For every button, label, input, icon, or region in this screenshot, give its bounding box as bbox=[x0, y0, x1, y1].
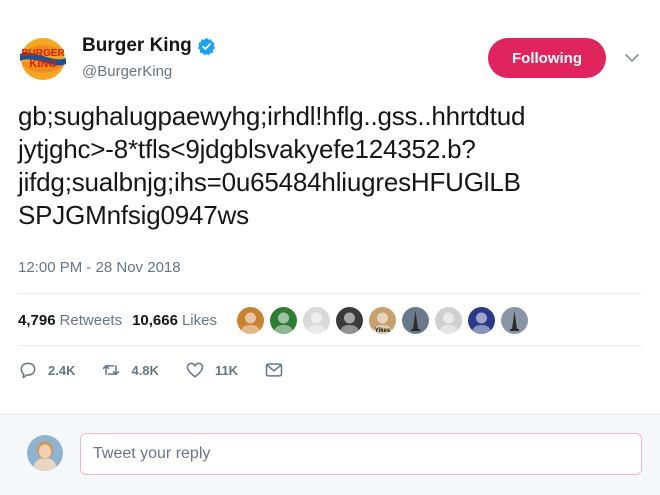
envelope-icon bbox=[265, 363, 283, 377]
chevron-down-icon[interactable] bbox=[624, 52, 640, 64]
liker-avatar[interactable] bbox=[468, 306, 495, 334]
divider bbox=[18, 293, 642, 294]
retweet-icon bbox=[103, 365, 120, 375]
liker-avatar[interactable] bbox=[402, 306, 429, 334]
reply-bar bbox=[0, 414, 660, 495]
divider bbox=[18, 345, 642, 346]
like-count: 11K bbox=[214, 362, 239, 378]
liker-avatar[interactable] bbox=[501, 306, 528, 334]
author-name-block: Burger King @BurgerKing bbox=[82, 35, 216, 80]
liker-avatar[interactable] bbox=[270, 306, 297, 334]
retweet-button[interactable]: 4.8K bbox=[101, 360, 159, 380]
reply-button[interactable]: 2.4K bbox=[18, 360, 75, 380]
tweet-actions: 2.4K 4.8K 11K bbox=[18, 360, 310, 380]
following-button[interactable]: Following bbox=[488, 38, 606, 78]
like-button[interactable]: 11K bbox=[185, 360, 238, 380]
direct-message-button[interactable] bbox=[264, 360, 284, 380]
retweets-count[interactable]: 4,796 bbox=[18, 312, 56, 329]
tower-avatar-icon bbox=[402, 306, 429, 334]
reply-count: 2.4K bbox=[48, 362, 76, 378]
santa-hat-avatar-icon bbox=[270, 306, 297, 334]
author-handle[interactable]: @BurgerKing bbox=[82, 63, 216, 80]
tower-avatar-icon bbox=[501, 306, 528, 334]
svg-text:KING: KING bbox=[29, 58, 57, 70]
tweet-timestamp[interactable]: 12:00 PM - 28 Nov 2018 bbox=[18, 259, 181, 276]
likers-avatars: Yikes bbox=[237, 306, 534, 334]
burger-king-logo-icon: BURGER KING bbox=[18, 34, 68, 84]
likes-label[interactable]: Likes bbox=[182, 312, 217, 329]
tweet-text-line: SPJGMnfsig0947ws bbox=[18, 200, 249, 230]
burger-king-logo-avatar[interactable]: BURGER KING bbox=[18, 34, 68, 84]
author-display-name[interactable]: Burger King bbox=[82, 35, 192, 57]
tweet-text: gb;sughalugpaewyhg;irhdl!hflg..gss..hhrt… bbox=[18, 100, 648, 232]
likes-count[interactable]: 10,666 bbox=[132, 312, 178, 329]
liker-avatar[interactable] bbox=[435, 306, 462, 334]
person-avatar-icon bbox=[468, 306, 495, 334]
liker-avatar[interactable] bbox=[303, 306, 330, 334]
heart-icon bbox=[186, 362, 204, 378]
tweet-stats: 4,796 Retweets 10,666 Likes Yikes bbox=[18, 306, 534, 334]
tweet-header: BURGER KING Burger King @BurgerKing Foll… bbox=[18, 32, 642, 88]
retweet-count: 4.8K bbox=[131, 362, 159, 378]
person-avatar-icon bbox=[336, 306, 363, 334]
tweet-text-line: gb;sughalugpaewyhg;irhdl!hflg..gss..hhrt… bbox=[18, 101, 526, 131]
liker-avatar[interactable] bbox=[237, 306, 264, 334]
person-avatar-icon bbox=[435, 306, 462, 334]
dog-avatar-icon bbox=[237, 306, 264, 334]
tweet-text-line: jifdg;sualbnjg;ihs=0u65484hliugresHFUGlL… bbox=[18, 167, 521, 197]
liker-avatar[interactable] bbox=[336, 306, 363, 334]
retweets-label[interactable]: Retweets bbox=[60, 312, 123, 329]
reply-input[interactable] bbox=[80, 433, 642, 475]
liker-avatar[interactable]: Yikes bbox=[369, 306, 396, 334]
person-avatar-icon: Yikes bbox=[369, 306, 396, 334]
tweet-text-line: jytjghc>-8*tfls<9jdgblsvakyefe124352.b? bbox=[18, 134, 476, 164]
liker-avatar-caption: Yikes bbox=[375, 328, 391, 334]
dog-avatar-icon bbox=[303, 306, 330, 334]
reply-icon bbox=[20, 362, 36, 379]
person-avatar-icon bbox=[27, 435, 63, 471]
user-avatar[interactable] bbox=[27, 435, 63, 471]
verified-badge-icon bbox=[197, 37, 215, 55]
